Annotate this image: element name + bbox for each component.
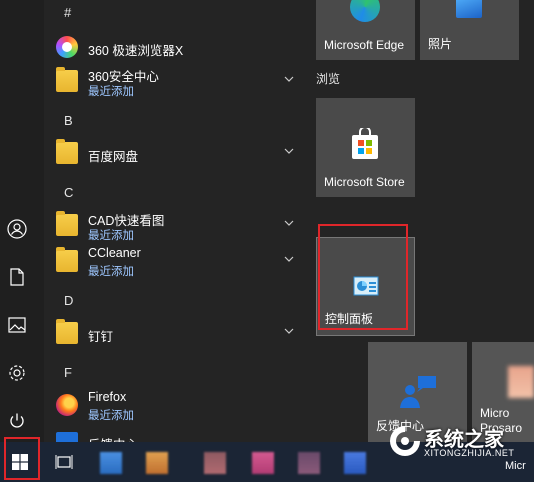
- user-account-icon[interactable]: [0, 212, 34, 246]
- app-name: 百度网盘: [88, 150, 139, 164]
- tile-microsoft-edge[interactable]: Microsoft Edge: [316, 0, 415, 60]
- watermark-subtitle: XITONGZHIJIA.NET: [424, 448, 515, 458]
- chevron-down-icon[interactable]: [282, 324, 296, 338]
- taskbar-app-icon[interactable]: [298, 452, 320, 474]
- tile-microsoft-store[interactable]: Microsoft Store: [316, 98, 415, 197]
- app-baidu-netdisk[interactable]: 百度网盘: [56, 136, 302, 172]
- app-name: 360 极速浏览器X: [88, 44, 184, 58]
- blurred-thumbnail: [508, 366, 534, 398]
- tile-label: Microsoft Edge: [324, 38, 405, 52]
- app-cad-viewer[interactable]: CAD快速看图 最近添加: [56, 208, 302, 244]
- control-panel-icon: [353, 276, 379, 296]
- chevron-down-icon[interactable]: [282, 72, 296, 86]
- documents-icon[interactable]: [0, 260, 34, 294]
- app-name: 钉钉: [88, 330, 114, 344]
- section-letter-d[interactable]: D: [64, 293, 73, 308]
- settings-gear-icon[interactable]: [0, 356, 34, 390]
- taskbar-app-icon[interactable]: [100, 452, 122, 474]
- taskbar-app-icon[interactable]: [146, 452, 168, 474]
- start-button[interactable]: [0, 442, 40, 482]
- start-rail: [0, 0, 44, 442]
- app-list: # 360 极速浏览器X 360安全中心 最近添加 B 百度网盘 C CAD快速…: [44, 0, 306, 442]
- app-360-security[interactable]: 360安全中心 最近添加: [56, 64, 302, 100]
- app-name: 反馈中心: [88, 434, 138, 442]
- folder-icon: [56, 319, 78, 344]
- tile-group-title[interactable]: 浏览: [316, 70, 340, 87]
- tile-label: Micro: [480, 406, 510, 420]
- taskbar-app-icon[interactable]: [204, 452, 226, 474]
- folder-icon: [56, 139, 78, 164]
- recently-added-label: 最近添加: [88, 410, 134, 422]
- app-name: CCleaner: [88, 246, 141, 260]
- recently-added-label: 最近添加: [88, 266, 134, 278]
- recently-added-label: 最近添加: [88, 230, 134, 242]
- section-letter-f[interactable]: F: [64, 365, 72, 380]
- folder-icon: [56, 67, 78, 92]
- start-menu: # 360 极速浏览器X 360安全中心 最近添加 B 百度网盘 C CAD快速…: [0, 0, 534, 442]
- edge-icon: [350, 0, 380, 22]
- power-icon[interactable]: [0, 404, 34, 438]
- feedback-person-icon: [400, 376, 436, 408]
- tile-area: Microsoft Edge 照片 浏览 Microsoft Store 控制面…: [306, 0, 534, 442]
- recently-added-label: 最近添加: [88, 86, 134, 98]
- app-360-browser[interactable]: 360 极速浏览器X: [56, 30, 302, 66]
- 360-browser-icon: [56, 36, 78, 58]
- windows-logo-icon: [12, 454, 28, 470]
- folder-icon: [56, 211, 78, 236]
- tile-label: 照片: [428, 37, 453, 51]
- watermark-logo-icon: [390, 426, 420, 456]
- section-letter-b[interactable]: B: [64, 113, 73, 128]
- section-letter-hash[interactable]: #: [64, 5, 71, 20]
- tile-label: Microsoft Store: [324, 175, 405, 189]
- task-view-button[interactable]: [44, 442, 84, 482]
- feedback-hub-icon: [56, 432, 78, 442]
- store-bag-icon: [352, 128, 378, 159]
- chevron-down-icon[interactable]: [282, 144, 296, 158]
- firefox-icon: [56, 394, 78, 416]
- app-dingding[interactable]: 钉钉: [56, 316, 302, 352]
- app-feedback-hub[interactable]: 反馈中心: [56, 426, 302, 442]
- app-name: Firefox: [88, 390, 127, 404]
- task-view-icon: [55, 455, 73, 469]
- chevron-down-icon[interactable]: [282, 252, 296, 266]
- tile-photos[interactable]: 照片: [420, 0, 519, 60]
- app-ccleaner[interactable]: CCleaner 最近添加: [56, 244, 302, 280]
- folder-icon: [56, 247, 78, 272]
- pictures-icon[interactable]: [0, 308, 34, 342]
- tile-label: 控制面板: [325, 312, 374, 326]
- taskbar-app-icon[interactable]: [344, 452, 366, 474]
- photos-icon: [456, 0, 482, 18]
- taskbar-app-icon[interactable]: [252, 452, 274, 474]
- app-firefox[interactable]: Firefox 最近添加: [56, 388, 302, 424]
- tile-control-panel[interactable]: 控制面板: [316, 237, 415, 336]
- chevron-down-icon[interactable]: [282, 216, 296, 230]
- section-letter-c[interactable]: C: [64, 185, 73, 200]
- watermark-logo: 系统之家 XITONGZHIJIA.NET: [388, 420, 534, 470]
